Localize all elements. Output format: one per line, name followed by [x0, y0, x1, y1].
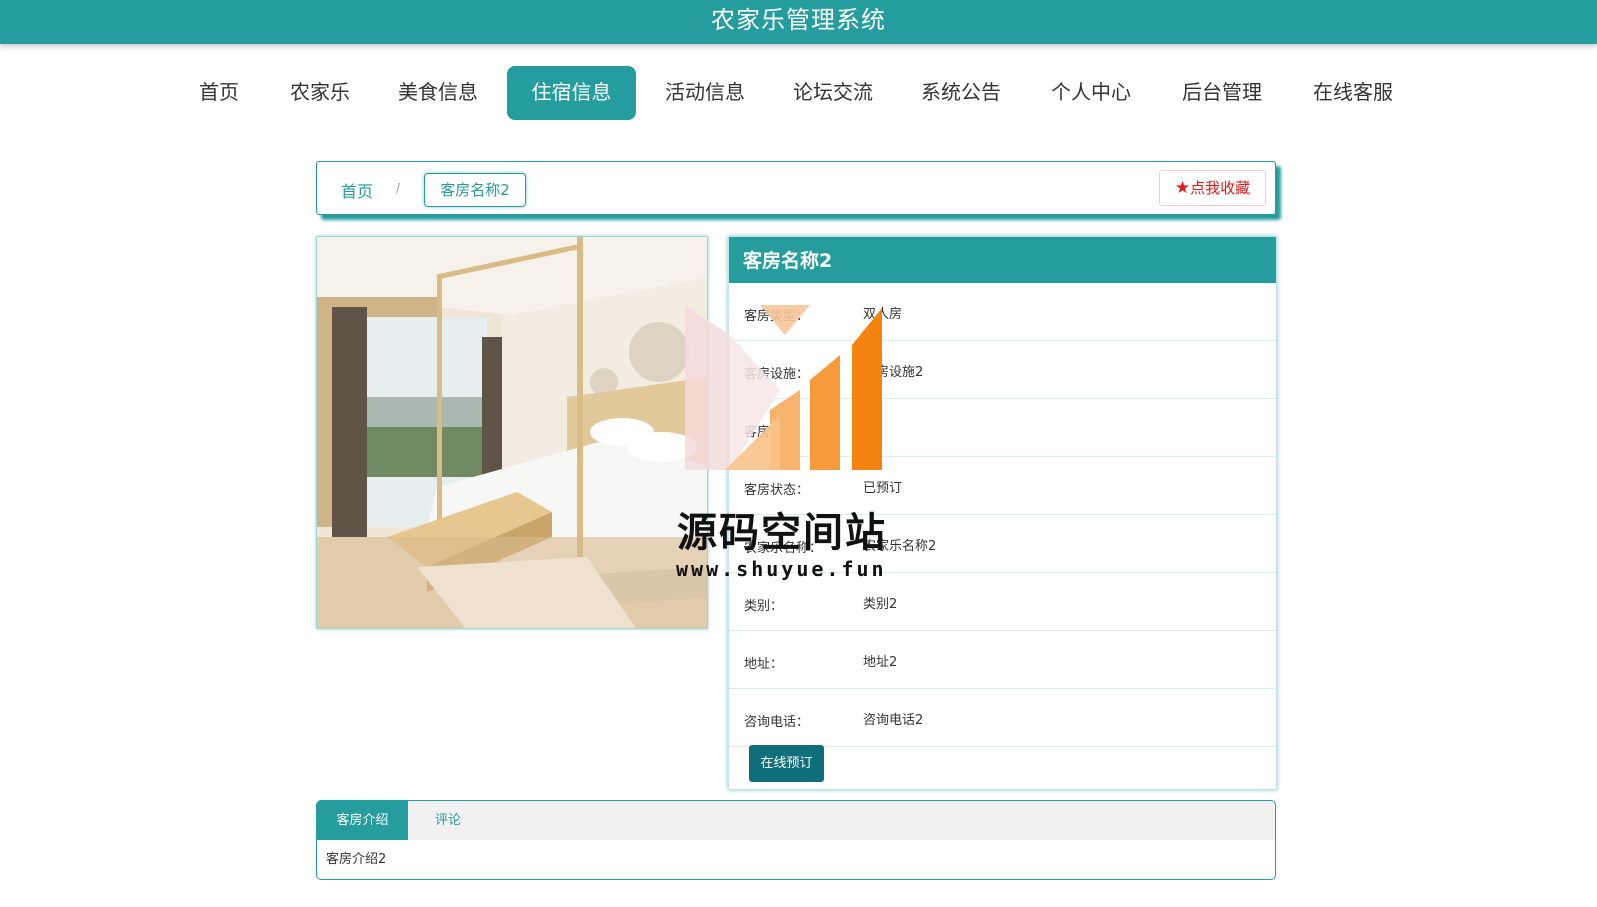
- main-nav: 首页 农家乐 美食信息 住宿信息 活动信息 论坛交流 系统公告 个人中心 后台管…: [0, 66, 1597, 120]
- info-row: 客房设施： 客房设施2: [729, 341, 1276, 399]
- phone-label: 咨询电话：: [744, 715, 810, 730]
- info-row: 咨询电话： 咨询电话2: [729, 689, 1276, 747]
- address-label: 地址：: [744, 657, 784, 672]
- header-bar: 农家乐管理系统: [0, 0, 1597, 44]
- nav-item-announcements[interactable]: 系统公告: [910, 66, 1012, 120]
- phone-value: 咨询电话2: [863, 713, 924, 728]
- nav-item-support[interactable]: 在线客服: [1302, 66, 1404, 120]
- category-label: 类别：: [744, 599, 784, 614]
- nav-item-admin[interactable]: 后台管理: [1171, 66, 1273, 120]
- nav-item-profile[interactable]: 个人中心: [1040, 66, 1142, 120]
- room-type-value: 双人房: [863, 307, 903, 322]
- room-facilities-value: 客房设施2: [863, 365, 924, 380]
- watermark-name: 源码空间站: [677, 510, 887, 556]
- tab-content: 客房介绍2: [326, 852, 387, 867]
- nav-item-lodging[interactable]: 住宿信息: [507, 66, 636, 120]
- breadcrumb-separator: /: [396, 181, 401, 195]
- tab-comments[interactable]: 评论: [408, 801, 488, 840]
- breadcrumb: 首页 / 客房名称2 ★点我收藏: [316, 161, 1276, 215]
- nav-item-farmstay[interactable]: 农家乐: [274, 66, 366, 120]
- star-icon: ★: [1174, 178, 1191, 198]
- detail-tabs: 客房介绍 评论 客房介绍2: [316, 800, 1276, 880]
- tab-room-intro[interactable]: 客房介绍: [317, 801, 408, 840]
- favorite-button[interactable]: ★点我收藏: [1159, 170, 1266, 206]
- room-type-label: 客房类型：: [744, 309, 810, 324]
- watermark-url: www.shuyue.fun: [676, 557, 887, 581]
- tab-bar: 客房介绍 评论: [317, 801, 1275, 840]
- nav-item-forum[interactable]: 论坛交流: [782, 66, 884, 120]
- info-row: 客房价格：: [729, 399, 1276, 457]
- info-row: 客房类型： 双人房: [729, 283, 1276, 341]
- info-row: 类别： 类别2: [729, 573, 1276, 631]
- category-value: 类别2: [863, 597, 898, 612]
- room-status-label: 客房状态：: [744, 483, 810, 498]
- room-price-label: 客房价格：: [744, 425, 810, 440]
- room-status-value: 已预订: [863, 481, 903, 496]
- breadcrumb-home-link[interactable]: 首页: [341, 178, 373, 202]
- app-title: 农家乐管理系统: [711, 6, 886, 34]
- breadcrumb-current: 客房名称2: [424, 173, 526, 207]
- room-facilities-label: 客房设施：: [744, 367, 810, 382]
- favorite-label: 点我收藏: [1190, 179, 1251, 197]
- nav-item-activities[interactable]: 活动信息: [654, 66, 756, 120]
- nav-item-food[interactable]: 美食信息: [388, 66, 488, 120]
- address-value: 地址2: [863, 655, 898, 670]
- room-photo: [316, 236, 708, 629]
- book-online-button[interactable]: 在线预订: [749, 745, 824, 782]
- room-name-heading: 客房名称2: [729, 237, 1276, 283]
- nav-item-home[interactable]: 首页: [180, 66, 258, 120]
- info-row: 地址： 地址2: [729, 631, 1276, 689]
